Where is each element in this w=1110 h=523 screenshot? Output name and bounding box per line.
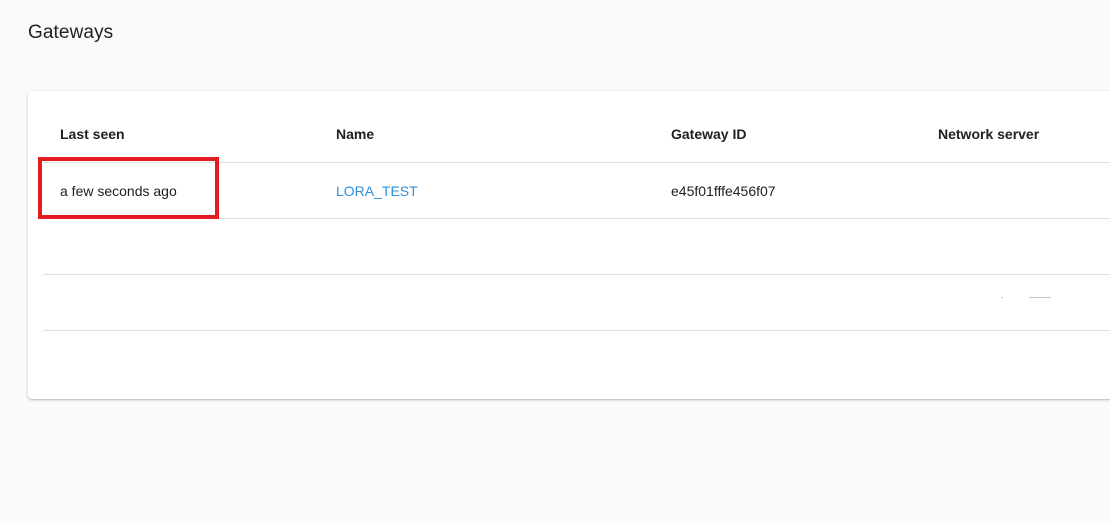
gateway-id-cell: e45f01fffe456f07 xyxy=(671,182,776,199)
rendering-artifact xyxy=(1001,297,1003,298)
table-row[interactable]: a few seconds ago LORA_TEST e45f01fffe45… xyxy=(43,163,1110,219)
page-title: Gateways xyxy=(28,22,114,43)
gateways-table-card: Last seen Name Gateway ID Network server… xyxy=(28,91,1110,399)
last-seen-cell: a few seconds ago xyxy=(60,182,177,199)
column-header-gateway-id[interactable]: Gateway ID xyxy=(671,106,746,162)
empty-table-row xyxy=(43,219,1110,275)
table-header-row: Last seen Name Gateway ID Network server xyxy=(43,106,1110,163)
column-header-network-server[interactable]: Network server xyxy=(938,106,1039,162)
column-header-name[interactable]: Name xyxy=(336,106,374,162)
column-header-last-seen[interactable]: Last seen xyxy=(60,106,125,162)
gateway-name-link[interactable]: LORA_TEST xyxy=(336,163,418,218)
empty-table-row xyxy=(43,275,1110,331)
rendering-artifact xyxy=(1029,297,1051,298)
